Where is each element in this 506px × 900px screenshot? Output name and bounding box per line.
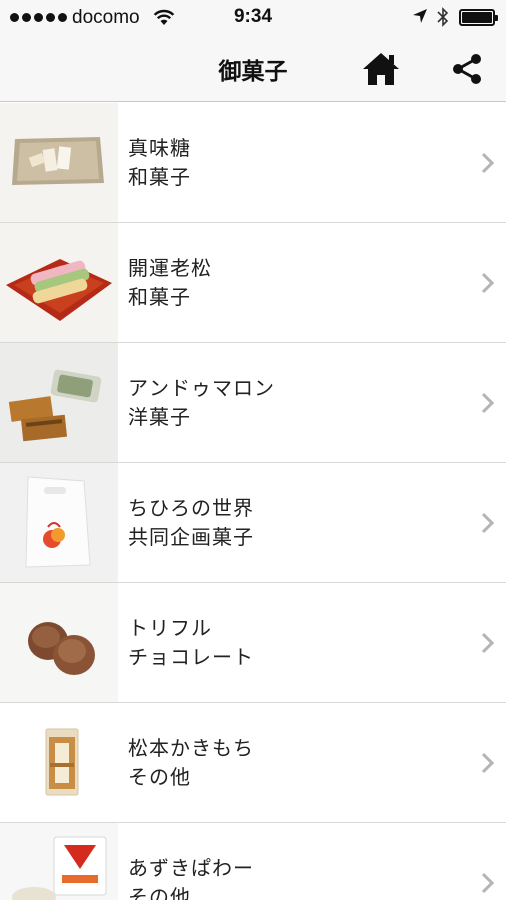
product-thumbnail (0, 343, 118, 462)
bluetooth-icon (437, 7, 449, 27)
status-time: 9:34 (233, 6, 273, 27)
share-icon (453, 54, 481, 84)
list-item[interactable]: 真味糖 和菓子 (0, 103, 506, 223)
list-item-text: ちひろの世界 共同企画菓子 (128, 494, 254, 552)
list-item[interactable]: トリフル チョコレート (0, 583, 506, 703)
list-item[interactable]: あずきぱわー その他 (0, 823, 506, 900)
product-thumbnail (0, 103, 118, 222)
list-item[interactable]: 松本かきもち その他 (0, 703, 506, 823)
chevron-right-icon (481, 392, 495, 414)
list-item-text: あずきぱわー その他 (128, 854, 254, 900)
page-title: 御菓子 (218, 59, 288, 85)
product-list: 真味糖 和菓子 開運老松 和菓子 アンドゥマロン 洋菓子 ちひろの世界 共同企画… (0, 103, 506, 900)
list-item[interactable]: 開運老松 和菓子 (0, 223, 506, 343)
product-category: その他 (128, 885, 191, 900)
chevron-right-icon (481, 872, 495, 894)
list-item-text: トリフル チョコレート (128, 614, 254, 672)
product-thumbnail (0, 703, 118, 822)
list-item-text: 真味糖 和菓子 (128, 134, 191, 192)
product-thumbnail (0, 223, 118, 342)
home-button[interactable] (358, 46, 404, 92)
list-item[interactable]: ちひろの世界 共同企画菓子 (0, 463, 506, 583)
product-name: ちひろの世界 (128, 496, 254, 520)
list-item-text: 松本かきもち その他 (128, 734, 254, 792)
product-category: 和菓子 (128, 285, 191, 309)
list-item[interactable]: アンドゥマロン 洋菓子 (0, 343, 506, 463)
product-category: 共同企画菓子 (128, 525, 254, 549)
chevron-right-icon (481, 632, 495, 654)
product-category: チョコレート (128, 645, 254, 669)
navigation-bar: 御菓子 (0, 36, 506, 102)
product-category: 和菓子 (128, 165, 191, 189)
share-button[interactable] (444, 46, 490, 92)
chevron-right-icon (481, 752, 495, 774)
list-item-text: アンドゥマロン 洋菓子 (128, 374, 275, 432)
product-name: 松本かきもち (128, 736, 254, 760)
product-name: あずきぱわー (128, 856, 254, 880)
product-name: トリフル (128, 616, 212, 640)
status-bar: docomo 9:34 (0, 0, 506, 36)
product-name: 真味糖 (128, 136, 191, 160)
battery-icon (459, 9, 498, 26)
home-icon (363, 53, 399, 85)
product-category: その他 (128, 765, 191, 789)
chevron-right-icon (481, 272, 495, 294)
chevron-right-icon (481, 152, 495, 174)
location-arrow-icon (413, 9, 427, 23)
chevron-right-icon (481, 512, 495, 534)
product-name: アンドゥマロン (128, 376, 275, 400)
list-item-text: 開運老松 和菓子 (128, 254, 212, 312)
product-thumbnail (0, 823, 118, 900)
product-thumbnail (0, 583, 118, 702)
product-thumbnail (0, 463, 118, 582)
product-name: 開運老松 (128, 256, 212, 280)
product-category: 洋菓子 (128, 405, 191, 429)
